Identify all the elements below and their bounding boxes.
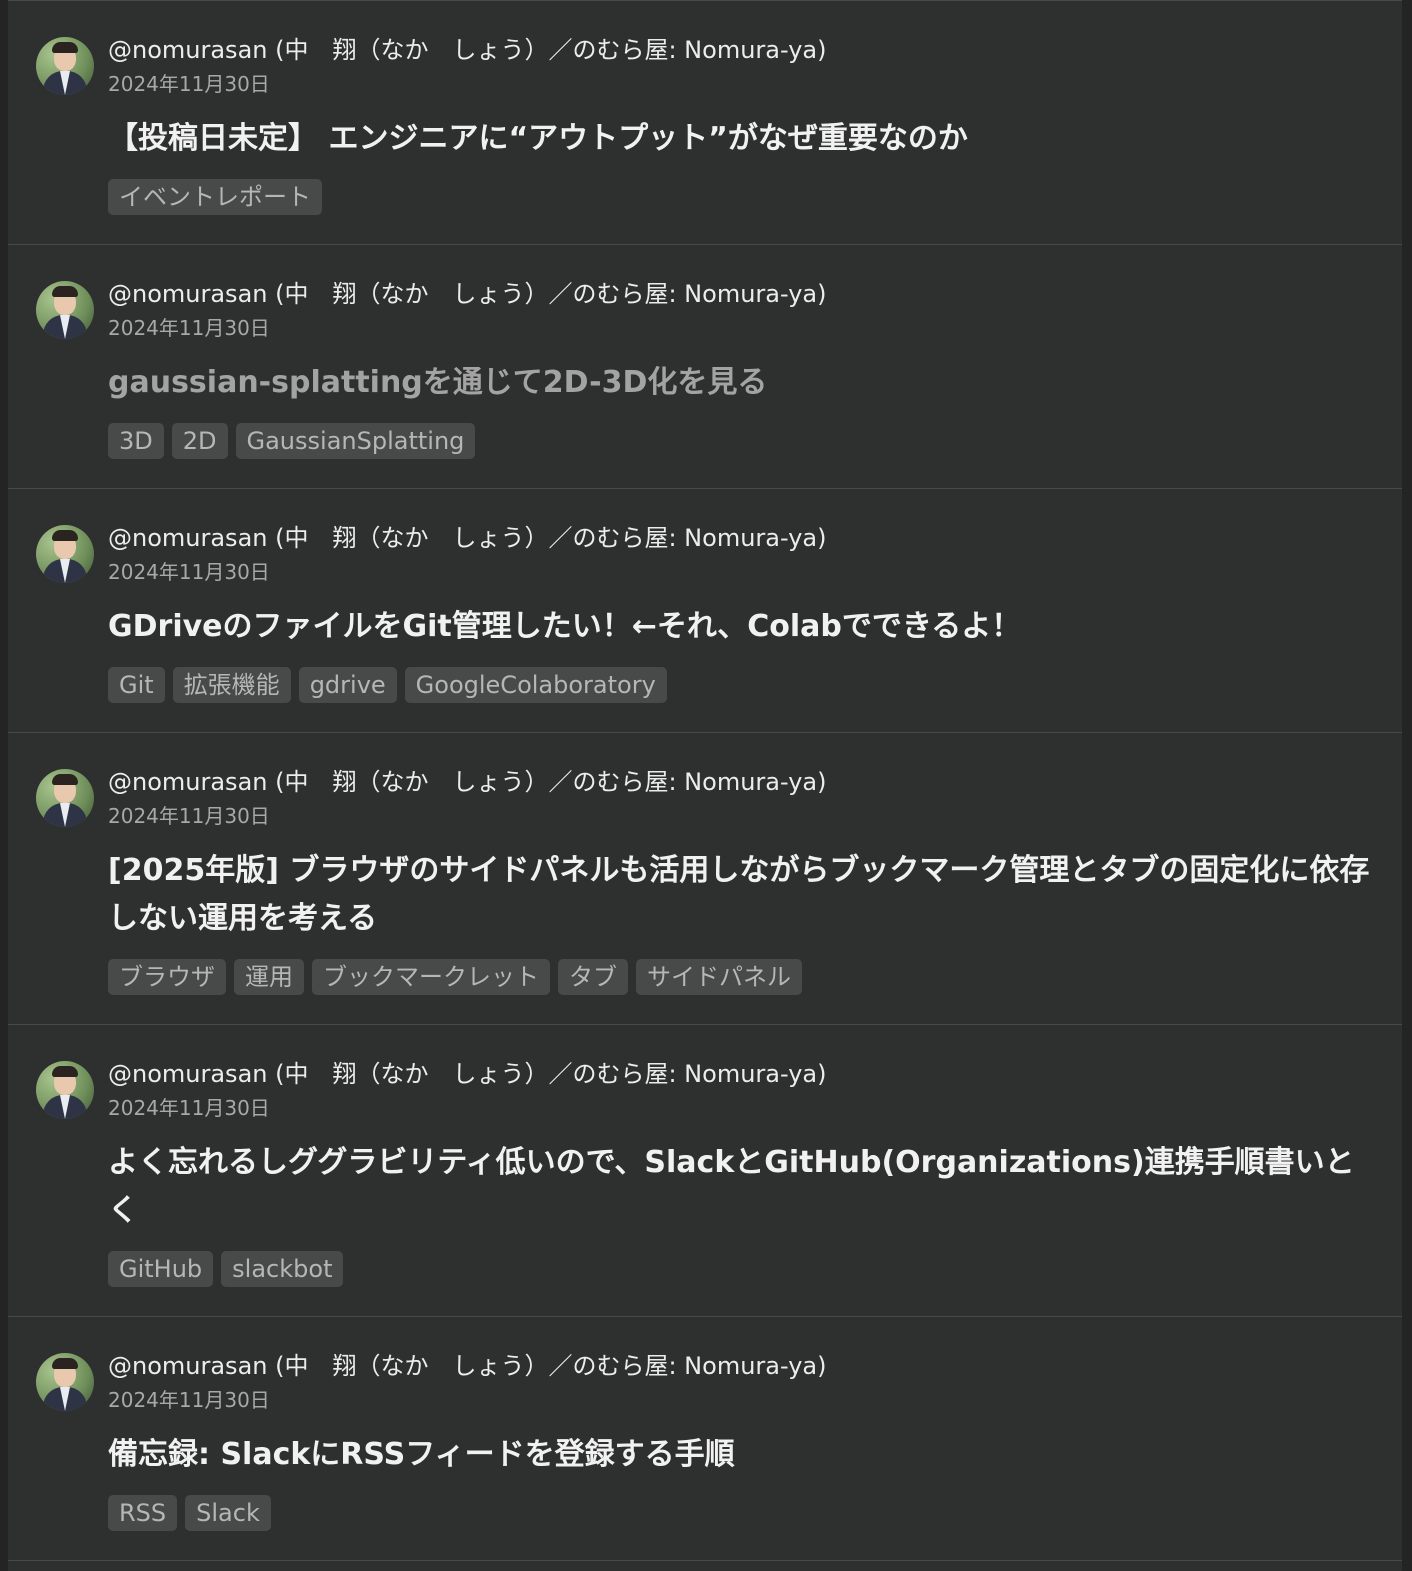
post-tag-list: ブラウザ 運用 ブックマークレット タブ サイドパネル bbox=[108, 959, 802, 995]
author-name-link[interactable]: @nomurasan (中 翔（なか しょう）／のむら屋: Nomura-ya) bbox=[108, 279, 827, 309]
post-date: 2024年11月30日 bbox=[108, 560, 270, 584]
avatar-hair bbox=[52, 286, 78, 297]
author-name-link[interactable]: @nomurasan (中 翔（なか しょう）／のむら屋: Nomura-ya) bbox=[108, 35, 827, 65]
post-title-link[interactable]: gaussian-splattingを通じて2D-3D化を見る bbox=[108, 359, 1374, 407]
tag-chip[interactable]: Slack bbox=[185, 1495, 271, 1531]
tag-chip[interactable]: GoogleColaboratory bbox=[404, 667, 667, 703]
tag-chip[interactable]: gdrive bbox=[298, 667, 397, 703]
avatar-hair bbox=[52, 530, 78, 541]
tag-chip[interactable]: 拡張機能 bbox=[172, 667, 291, 703]
post-list-item[interactable]: @nomurasan (中 翔（なか しょう）／のむら屋: Nomura-ya)… bbox=[8, 1, 1402, 245]
tag-chip[interactable]: GitHub bbox=[108, 1251, 214, 1287]
author-avatar[interactable] bbox=[36, 769, 94, 827]
tag-chip[interactable]: slackbot bbox=[221, 1251, 344, 1287]
tag-chip[interactable]: サイドパネル bbox=[636, 959, 802, 995]
post-date: 2024年11月30日 bbox=[108, 72, 270, 96]
author-name-link[interactable]: @nomurasan (中 翔（なか しょう）／のむら屋: Nomura-ya) bbox=[108, 767, 827, 797]
author-name-link[interactable]: @nomurasan (中 翔（なか しょう）／のむら屋: Nomura-ya) bbox=[108, 1351, 827, 1381]
author-name-link[interactable]: @nomurasan (中 翔（なか しょう）／のむら屋: Nomura-ya) bbox=[108, 523, 827, 553]
post-list-item[interactable]: @nomurasan (中 翔（なか しょう）／のむら屋: Nomura-ya)… bbox=[8, 245, 1402, 489]
tag-chip[interactable]: Git bbox=[108, 667, 165, 703]
post-tag-list: 3D 2D GaussianSplatting bbox=[108, 423, 476, 459]
tag-chip[interactable]: 3D bbox=[108, 423, 164, 459]
post-title-link[interactable]: [2025年版] ブラウザのサイドパネルも活用しながらブックマーク管理とタブの固… bbox=[108, 847, 1374, 943]
post-tag-list: GitHub slackbot bbox=[108, 1251, 344, 1287]
tag-chip[interactable]: ブックマークレット bbox=[312, 959, 550, 995]
author-avatar[interactable] bbox=[36, 37, 94, 95]
post-tag-list: RSS Slack bbox=[108, 1495, 271, 1531]
post-date: 2024年11月30日 bbox=[108, 316, 270, 340]
post-title-link[interactable]: GDriveのファイルをGit管理したい！←それ、Colabでできるよ！ bbox=[108, 603, 1374, 651]
post-tag-list: Git 拡張機能 gdrive GoogleColaboratory bbox=[108, 667, 667, 703]
tag-chip[interactable]: RSS bbox=[108, 1495, 178, 1531]
author-avatar[interactable] bbox=[36, 1353, 94, 1411]
tag-chip[interactable]: イベントレポート bbox=[108, 179, 322, 215]
tag-chip[interactable]: タブ bbox=[558, 959, 628, 995]
avatar-hair bbox=[52, 1358, 78, 1369]
tag-chip[interactable]: GaussianSplatting bbox=[235, 423, 476, 459]
post-feed: @nomurasan (中 翔（なか しょう）／のむら屋: Nomura-ya)… bbox=[8, 0, 1402, 1571]
post-date: 2024年11月30日 bbox=[108, 1388, 270, 1412]
post-list-item[interactable]: @nomurasan (中 翔（なか しょう）／のむら屋: Nomura-ya)… bbox=[8, 733, 1402, 1025]
author-avatar[interactable] bbox=[36, 525, 94, 583]
author-avatar[interactable] bbox=[36, 281, 94, 339]
post-date: 2024年11月30日 bbox=[108, 1096, 270, 1120]
post-list-item[interactable]: @nomurasan (中 翔（なか しょう）／のむら屋: Nomura-ya)… bbox=[8, 1025, 1402, 1317]
post-title-link[interactable]: 備忘録: SlackにRSSフィードを登録する手順 bbox=[108, 1431, 1374, 1479]
post-list-item[interactable]: @nomurasan (中 翔（なか しょう）／のむら屋: Nomura-ya)… bbox=[8, 489, 1402, 733]
post-title-link[interactable]: よく忘れるしググラビリティ低いので、SlackとGitHub(Organizat… bbox=[108, 1139, 1374, 1235]
avatar-hair bbox=[52, 42, 78, 53]
avatar-hair bbox=[52, 1066, 78, 1077]
tag-chip[interactable]: ブラウザ bbox=[108, 959, 226, 995]
post-date: 2024年11月30日 bbox=[108, 804, 270, 828]
avatar-hair bbox=[52, 774, 78, 785]
tag-chip[interactable]: 運用 bbox=[234, 959, 304, 995]
post-list-item[interactable]: @nomurasan (中 翔（なか しょう）／のむら屋: Nomura-ya)… bbox=[8, 1317, 1402, 1561]
tag-chip[interactable]: 2D bbox=[171, 423, 228, 459]
author-name-link[interactable]: @nomurasan (中 翔（なか しょう）／のむら屋: Nomura-ya) bbox=[108, 1059, 827, 1089]
author-avatar[interactable] bbox=[36, 1061, 94, 1119]
post-title-link[interactable]: 【投稿日未定】 エンジニアに“アウトプット”がなぜ重要なのか bbox=[108, 115, 1374, 163]
post-tag-list: イベントレポート bbox=[108, 179, 322, 215]
